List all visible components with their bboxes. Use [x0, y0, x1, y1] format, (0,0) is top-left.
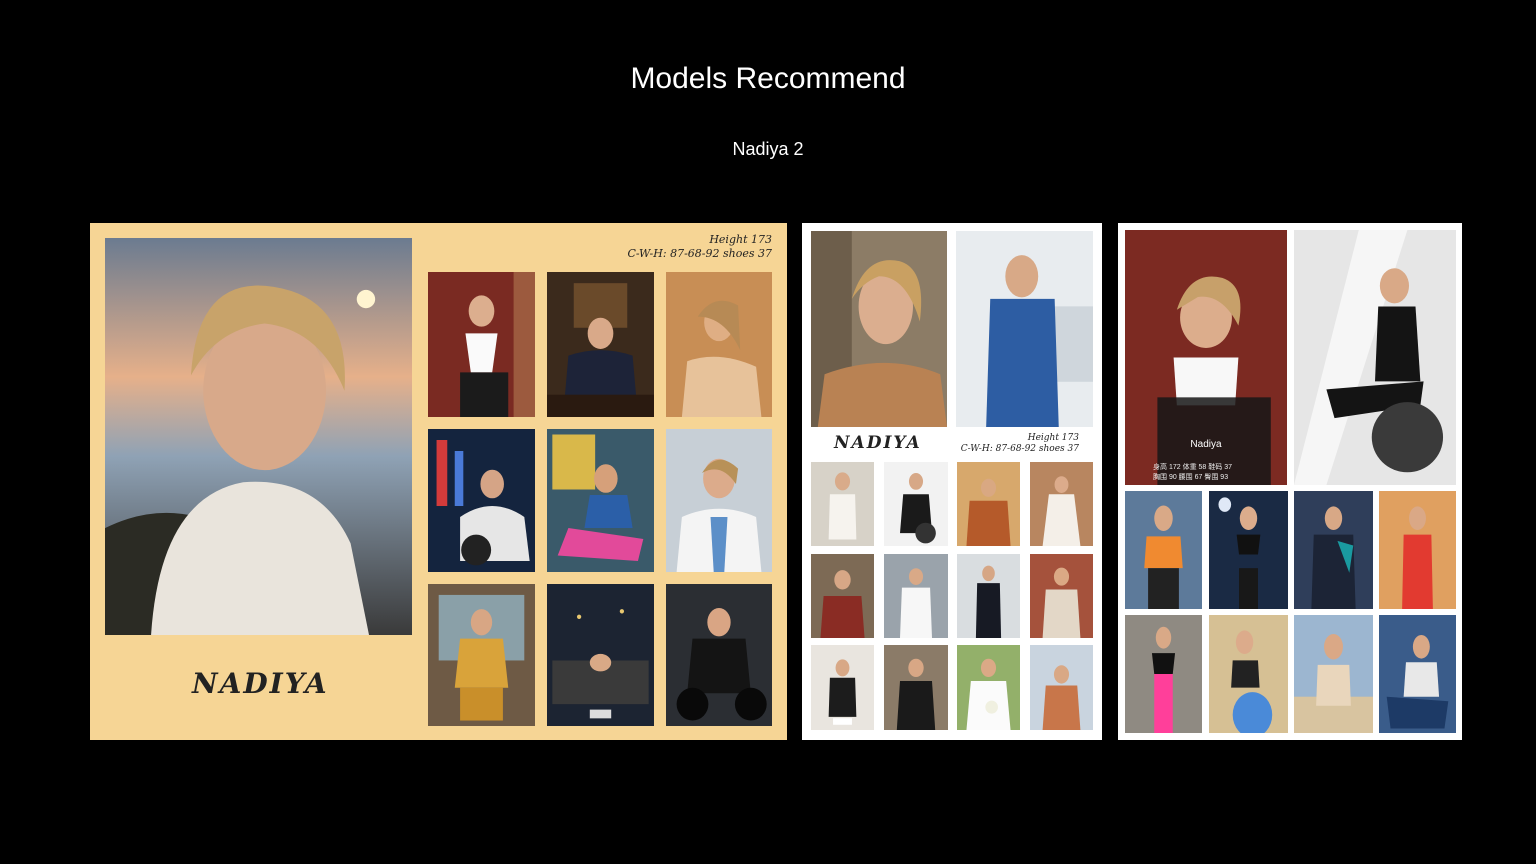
- grid-photo: [547, 429, 654, 572]
- grid-photo: [666, 429, 772, 572]
- stats-line: 胸围 90 腰围 67 臀围 93: [1153, 473, 1229, 481]
- model-subtitle: Nadiya 2: [732, 139, 804, 159]
- grid-photo: [1209, 615, 1288, 733]
- grid-photo: [884, 462, 948, 546]
- grid-photo: [428, 584, 535, 726]
- grid-photo: [428, 272, 535, 417]
- measurements-line: C-W-H: 87-68-92 shoes 37: [960, 444, 1079, 455]
- hero-photo-2: [1294, 230, 1456, 485]
- grid-photo: [884, 645, 948, 730]
- grid-photo: [957, 554, 1020, 638]
- grid-photo: [957, 645, 1020, 730]
- grid-photo: [666, 272, 772, 417]
- grid-photo: [666, 584, 772, 726]
- grid-photo: [1294, 491, 1373, 609]
- hero-photo: [105, 238, 412, 635]
- model-name-label: NADIYA: [834, 433, 922, 453]
- hero-photo-2: [956, 231, 1093, 427]
- hero-photo: [811, 231, 947, 427]
- grid-photo: [884, 554, 948, 638]
- grid-photo: [547, 272, 654, 417]
- comp-card-3[interactable]: Nadiya 身高 172 体重 58 鞋码 37 胸围 90 腰围 67 臀围…: [1118, 223, 1462, 740]
- grid-photo: [1030, 645, 1093, 730]
- hero-photo: Nadiya 身高 172 体重 58 鞋码 37 胸围 90 腰围 67 臀围…: [1125, 230, 1287, 485]
- overlay-name-label: Nadiya: [1190, 439, 1222, 450]
- measurements-line: C-W-H: 87-68-92 shoes 37: [627, 246, 772, 260]
- grid-photo: [1030, 554, 1093, 638]
- grid-photo: [1294, 615, 1373, 733]
- grid-photo: [428, 429, 535, 572]
- grid-photo: [1379, 615, 1456, 733]
- grid-photo: [811, 554, 874, 638]
- grid-photo: [1125, 615, 1202, 733]
- page-title: Models Recommend: [630, 62, 906, 95]
- height-line: Height 173: [709, 233, 772, 246]
- grid-photo: [1125, 491, 1202, 609]
- model-name-label: NADIYA: [192, 667, 329, 700]
- stats-block: Height 173 C-W-H: 87-68-92 shoes 37: [628, 233, 772, 261]
- comp-card-2[interactable]: NADIYA Height 173 C-W-H: 87-68-92 shoes …: [802, 223, 1102, 740]
- grid-photo: [957, 462, 1020, 546]
- grid-photo: [1379, 491, 1456, 609]
- grid-photo: [1209, 491, 1288, 609]
- comp-card-1[interactable]: NADIYA Height 173 C-W-H: 87-68-92 shoes …: [90, 223, 787, 740]
- stats-block: Height 173 C-W-H: 87-68-92 shoes 37: [961, 433, 1079, 456]
- grid-photo: [1030, 462, 1093, 546]
- overlay-stats: 身高 172 体重 58 鞋码 37 胸围 90 腰围 67 臀围 93: [1153, 463, 1232, 483]
- height-line: Height 173: [1027, 433, 1079, 443]
- stats-line: 身高 172 体重 58 鞋码 37: [1153, 464, 1232, 471]
- grid-photo: [811, 462, 874, 546]
- grid-photo: [547, 584, 654, 726]
- grid-photo: [811, 645, 874, 730]
